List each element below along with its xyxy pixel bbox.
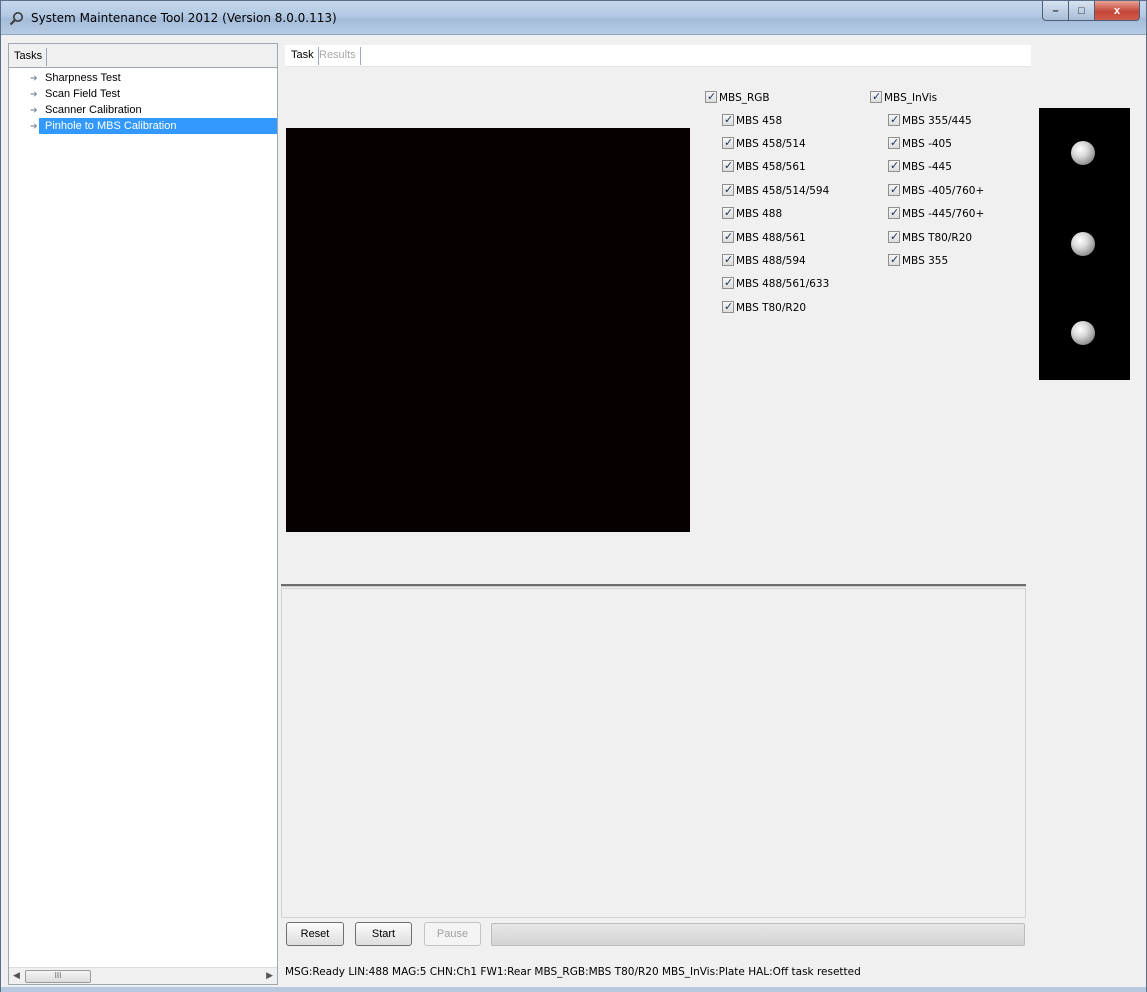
checkbox-checked-icon xyxy=(722,112,734,128)
mbs-rgb-item[interactable]: MBS 488/561 xyxy=(722,229,806,246)
checkbox-label: MBS 355 xyxy=(902,255,949,267)
checkbox-label: MBS -445/760+ xyxy=(902,208,985,220)
progress-bar xyxy=(491,923,1025,946)
pinhole-spot xyxy=(1071,232,1095,256)
tab-tasks[interactable]: Tasks xyxy=(10,48,48,66)
task-tree: ➔ Sharpness Test ➔ Scan Field Test ➔ Sca… xyxy=(9,70,277,134)
mbs-rgb-item[interactable]: MBS 488 xyxy=(722,205,783,222)
mbs-rgb-item[interactable]: MBS T80/R20 xyxy=(722,299,807,316)
tasks-tabstrip: Tasks xyxy=(9,44,277,68)
checkbox-label: MBS_InVis xyxy=(884,92,938,104)
task-item-scan-field-test[interactable]: ➔ Scan Field Test xyxy=(9,86,277,102)
tab-results[interactable]: Results xyxy=(315,47,361,65)
checkbox-checked-icon xyxy=(722,182,734,198)
mbs-invis-checkbox[interactable]: MBS_InVis xyxy=(870,89,938,106)
checkbox-label: MBS -445 xyxy=(902,161,952,173)
task-label: Scan Field Test xyxy=(45,88,121,100)
checkbox-checked-icon xyxy=(888,182,900,198)
pinhole-preview xyxy=(1039,108,1130,380)
task-label: Sharpness Test xyxy=(45,72,121,84)
task-item-pinhole-to-mbs-calibration[interactable]: ➔ Pinhole to MBS Calibration xyxy=(9,118,277,134)
mbs-rgb-item[interactable]: MBS 458/514 xyxy=(722,135,806,152)
checkbox-checked-icon xyxy=(888,205,900,221)
checkbox-label: MBS T80/R20 xyxy=(902,232,973,244)
checkbox-checked-icon xyxy=(722,135,734,151)
checkbox-checked-icon xyxy=(722,299,734,315)
minimize-button[interactable]: – xyxy=(1042,1,1069,21)
tasks-pane: Tasks ➔ Sharpness Test ➔ Scan Field Test… xyxy=(8,43,278,985)
maximize-button[interactable]: □ xyxy=(1069,1,1095,21)
mbs-invis-item[interactable]: MBS -445 xyxy=(888,158,952,175)
app-window: System Maintenance Tool 2012 (Version 8.… xyxy=(0,0,1147,992)
task-item-scanner-calibration[interactable]: ➔ Scanner Calibration xyxy=(9,102,277,118)
close-button[interactable]: x xyxy=(1095,1,1140,21)
mbs-rgb-item[interactable]: MBS 458/514/594 xyxy=(722,182,830,199)
scroll-left-icon[interactable]: ◀ xyxy=(13,970,20,981)
mbs-rgb-item[interactable]: MBS 488/594 xyxy=(722,252,806,269)
checkbox-label: MBS 488/561 xyxy=(736,232,806,244)
pinhole-spot xyxy=(1071,321,1095,345)
start-button[interactable]: Start xyxy=(355,922,412,946)
checkbox-label: MBS T80/R20 xyxy=(736,302,807,314)
checkbox-label: MBS 458 xyxy=(736,115,783,127)
mbs-invis-item[interactable]: MBS T80/R20 xyxy=(888,229,973,246)
window-controls: – □ x xyxy=(1042,1,1140,21)
mbs-rgb-item[interactable]: MBS 458/561 xyxy=(722,158,806,175)
mbs-invis-item[interactable]: MBS -405 xyxy=(888,135,952,152)
image-view xyxy=(286,128,690,532)
checkbox-label: MBS -405/760+ xyxy=(902,185,985,197)
mbs-rgb-checkbox[interactable]: MBS_RGB xyxy=(705,89,770,106)
checkbox-label: MBS 488/594 xyxy=(736,255,806,267)
content-tabstrip: Task Results xyxy=(285,45,1031,67)
checkbox-checked-icon xyxy=(722,252,734,268)
checkbox-checked-icon xyxy=(888,112,900,128)
mbs-rgb-item[interactable]: MBS 458 xyxy=(722,112,783,129)
tree-arrow-icon: ➔ xyxy=(30,105,38,115)
checkbox-label: MBS 458/514 xyxy=(736,138,806,150)
tab-task[interactable]: Task xyxy=(287,47,319,65)
status-bar: MSG:Ready LIN:488 MAG:5 CHN:Ch1 FW1:Rear… xyxy=(285,966,861,978)
checkbox-checked-icon xyxy=(888,158,900,174)
tree-arrow-icon: ➔ xyxy=(30,121,38,131)
right-margin xyxy=(1131,45,1145,975)
reset-button[interactable]: Reset xyxy=(286,922,344,946)
checkbox-checked-icon xyxy=(888,252,900,268)
scroll-right-icon[interactable]: ▶ xyxy=(266,970,273,981)
checkbox-checked-icon xyxy=(705,89,717,105)
checkbox-label: MBS 355/445 xyxy=(902,115,972,127)
mbs-invis-item[interactable]: MBS -445/760+ xyxy=(888,205,985,222)
checkbox-checked-icon xyxy=(870,89,882,105)
checkbox-label: MBS 488/561/633 xyxy=(736,278,830,290)
panel-splitter[interactable] xyxy=(281,584,1026,587)
checkbox-label: MBS 488 xyxy=(736,208,783,220)
log-panel xyxy=(281,588,1026,918)
pause-button: Pause xyxy=(424,922,481,946)
checkbox-checked-icon xyxy=(722,158,734,174)
tree-arrow-icon: ➔ xyxy=(30,89,38,99)
checkbox-label: MBS 458/561 xyxy=(736,161,806,173)
pinhole-spot xyxy=(1071,141,1095,165)
checkbox-checked-icon xyxy=(722,205,734,221)
checkbox-checked-icon xyxy=(888,135,900,151)
tree-arrow-icon: ➔ xyxy=(30,73,38,83)
mbs-rgb-item[interactable]: MBS 488/561/633 xyxy=(722,275,830,292)
checkbox-checked-icon xyxy=(722,229,734,245)
checkbox-label: MBS_RGB xyxy=(719,92,770,104)
task-label: Scanner Calibration xyxy=(45,104,142,116)
checkbox-label: MBS 458/514/594 xyxy=(736,185,830,197)
task-label: Pinhole to MBS Calibration xyxy=(39,118,277,134)
task-item-sharpness-test[interactable]: ➔ Sharpness Test xyxy=(9,70,277,86)
window-title: System Maintenance Tool 2012 (Version 8.… xyxy=(31,11,337,25)
mbs-invis-item[interactable]: MBS 355/445 xyxy=(888,112,972,129)
mbs-invis-item[interactable]: MBS 355 xyxy=(888,252,949,269)
scrollbar-thumb[interactable]: III xyxy=(25,970,91,983)
checkbox-label: MBS -405 xyxy=(902,138,952,150)
horizontal-scrollbar[interactable]: ◀ III ▶ xyxy=(9,967,277,984)
mbs-invis-item[interactable]: MBS -405/760+ xyxy=(888,182,985,199)
wrench-magnifier-icon xyxy=(9,12,23,26)
checkbox-checked-icon xyxy=(888,229,900,245)
window-bottom-frame xyxy=(1,987,1146,992)
checkbox-checked-icon xyxy=(722,275,734,291)
title-bar[interactable]: System Maintenance Tool 2012 (Version 8.… xyxy=(1,1,1146,35)
